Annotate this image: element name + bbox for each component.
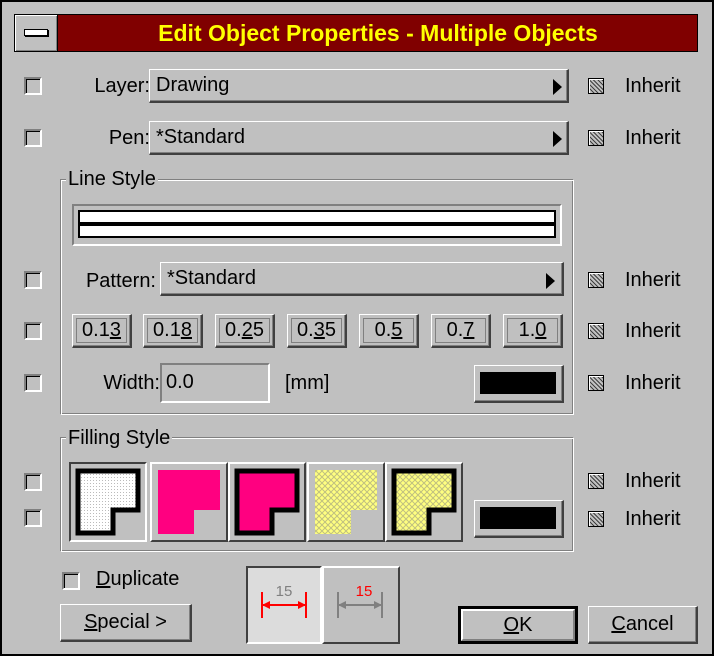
pen-inherit-checkbox[interactable] xyxy=(588,130,604,146)
width-button-0-5[interactable]: 0. 5 xyxy=(359,314,419,348)
line-width-inherit-label: Inherit xyxy=(625,320,681,342)
fill-checkbox-2[interactable] xyxy=(24,509,42,527)
system-menu-icon xyxy=(24,29,48,36)
dimension-inside-button[interactable]: 15 xyxy=(322,566,400,644)
width-input[interactable]: 0.0 xyxy=(160,363,270,403)
width-unit-label: [mm] xyxy=(285,372,330,394)
pattern-dropdown[interactable]: *Standard xyxy=(160,262,564,296)
line-preview-center xyxy=(80,222,554,226)
duplicate-checkbox[interactable] xyxy=(62,572,80,590)
pattern-checkbox[interactable] xyxy=(24,271,42,289)
fill-none-button[interactable] xyxy=(69,462,147,542)
fill-solid-icon xyxy=(158,470,220,534)
pattern-inherit-checkbox[interactable] xyxy=(588,272,604,288)
line-style-group-title: Line Style xyxy=(66,168,158,190)
dimension-inside-value: 15 xyxy=(356,583,373,600)
dimension-outside-icon: 15 xyxy=(261,583,307,618)
line-color-button[interactable] xyxy=(474,365,564,403)
dimension-outside-value: 15 xyxy=(276,583,293,600)
layer-label: Layer: xyxy=(94,75,150,97)
layer-inherit-label: Inherit xyxy=(625,75,681,97)
width-input-value: 0.0 xyxy=(166,371,194,393)
fill-empty-icon xyxy=(75,468,141,536)
fill-color-button[interactable] xyxy=(474,500,564,538)
fill-hatch-outline-button[interactable] xyxy=(385,462,463,542)
fill-solid-outlined-icon xyxy=(234,468,300,536)
fill-hatch-icon xyxy=(315,470,377,534)
window-title: Edit Object Properties - Multiple Object… xyxy=(158,20,598,46)
fill-inherit-checkbox-1[interactable] xyxy=(588,473,604,489)
line-width-inherit-checkbox[interactable] xyxy=(588,323,604,339)
pen-checkbox[interactable] xyxy=(24,129,42,147)
line-width-checkbox[interactable] xyxy=(24,322,42,340)
width-button-0-35[interactable]: 0. 3 5 xyxy=(287,314,347,348)
width-button-1-0[interactable]: 1. 0 xyxy=(503,314,563,348)
width-button-0-25[interactable]: 0. 2 5 xyxy=(215,314,275,348)
line-preview xyxy=(72,204,562,246)
dropdown-arrow-icon xyxy=(553,79,562,95)
fill-solid-outline-button[interactable] xyxy=(228,462,306,542)
line-color-swatch xyxy=(480,372,556,394)
ok-label: OK xyxy=(503,614,533,636)
dimension-inside-icon: 15 xyxy=(337,583,383,618)
dropdown-arrow-icon xyxy=(553,131,562,147)
filling-style-group-title: Filling Style xyxy=(66,427,173,449)
fill-inherit-label-1: Inherit xyxy=(625,470,681,492)
special-button[interactable]: Special > xyxy=(60,604,192,642)
layer-inherit-checkbox[interactable] xyxy=(588,78,604,94)
fill-hatch-outlined-icon xyxy=(391,468,457,536)
width-button-0-7[interactable]: 0. 7 xyxy=(431,314,491,348)
width-inherit-label: Inherit xyxy=(625,372,681,394)
pattern-label: Pattern: xyxy=(85,270,156,292)
pen-label: Pen: xyxy=(108,127,150,149)
pen-value: *Standard xyxy=(156,126,245,148)
layer-checkbox[interactable] xyxy=(24,77,42,95)
fill-solid-magenta-button[interactable] xyxy=(150,462,228,542)
duplicate-label: Duplicate xyxy=(96,568,180,590)
width-label: Width: xyxy=(103,372,160,394)
pen-dropdown[interactable]: *Standard xyxy=(149,121,569,155)
width-inherit-checkbox[interactable] xyxy=(588,375,604,391)
width-checkbox[interactable] xyxy=(24,374,42,392)
cancel-button[interactable]: Cancel xyxy=(588,606,698,644)
layer-value: Drawing xyxy=(156,74,230,96)
fill-checkbox-1[interactable] xyxy=(24,473,42,491)
pattern-value: *Standard xyxy=(167,267,256,289)
fill-inherit-checkbox-2[interactable] xyxy=(588,511,604,527)
dimension-outside-button[interactable]: 15 xyxy=(246,566,322,644)
fill-inherit-label-2: Inherit xyxy=(625,508,681,530)
dropdown-arrow-icon xyxy=(546,273,555,289)
layer-dropdown[interactable]: Drawing xyxy=(149,69,569,103)
width-button-0-18[interactable]: 0.1 8 xyxy=(143,314,203,348)
pen-inherit-label: Inherit xyxy=(625,127,681,149)
width-button-0-13[interactable]: 0.1 3 xyxy=(72,314,132,348)
fill-hatch-button[interactable] xyxy=(307,462,385,542)
ok-button[interactable]: OK xyxy=(458,606,578,644)
line-preview-band xyxy=(78,210,556,238)
fill-color-swatch xyxy=(480,507,556,529)
pattern-inherit-label: Inherit xyxy=(625,269,681,291)
